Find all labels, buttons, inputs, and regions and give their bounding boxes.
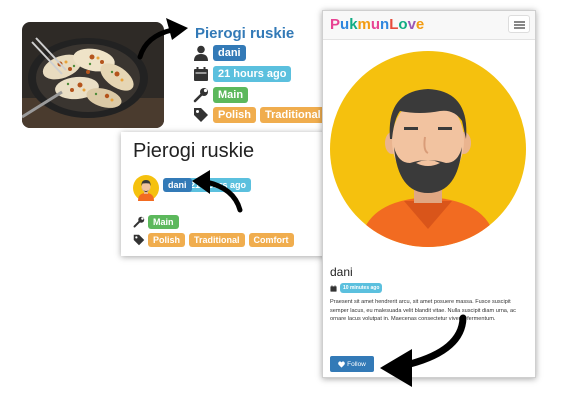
brand-letter: e bbox=[415, 16, 425, 33]
tag-icon bbox=[133, 234, 145, 245]
joined-badge: 10 minutes ago bbox=[340, 283, 383, 293]
tags-row: Polish Traditional Comfort bbox=[133, 232, 298, 247]
menu-icon[interactable] bbox=[508, 15, 530, 33]
brand-logo[interactable]: PukmunLove bbox=[330, 16, 424, 33]
recipe-title-link[interactable]: Pierogi ruskie bbox=[195, 25, 294, 42]
time-badge: 21 hours ago bbox=[213, 66, 292, 82]
brand-letter: v bbox=[407, 16, 416, 33]
tag-badge[interactable]: Polish bbox=[213, 107, 257, 123]
author-row: dani bbox=[193, 44, 250, 62]
tag-badge[interactable]: Polish bbox=[148, 232, 186, 247]
recipe-photo[interactable] bbox=[22, 22, 164, 128]
profile-bio: Praesent sit amet hendrerit arcu, sit am… bbox=[330, 299, 516, 323]
calendar-icon bbox=[330, 284, 337, 292]
author-avatar[interactable] bbox=[133, 175, 159, 201]
screenshot-collage: Pierogi ruskie dani 21 hours ago Main Po… bbox=[0, 0, 570, 400]
recipe-detail-card: Pierogi ruskie 21 hours ago dani Main Po… bbox=[121, 132, 327, 256]
brand-letter: m bbox=[357, 16, 371, 33]
time-row: 21 hours ago bbox=[193, 65, 295, 83]
brand-letter: u bbox=[370, 16, 381, 33]
profile-avatar bbox=[330, 51, 526, 247]
course-row: Main bbox=[193, 86, 252, 104]
brand-letter: k bbox=[349, 16, 358, 33]
mobile-profile-view: PukmunLove dani 10 minutes ago Praesent … bbox=[322, 10, 536, 378]
brand-letter: n bbox=[380, 16, 390, 33]
time-badge: 21 hours ago bbox=[185, 178, 252, 192]
brand-letter: P bbox=[330, 16, 341, 33]
course-badge[interactable]: Main bbox=[148, 214, 179, 229]
heart-icon bbox=[338, 360, 345, 368]
wrench-icon bbox=[133, 216, 145, 227]
tag-badge[interactable]: Traditional bbox=[189, 232, 245, 247]
follow-button[interactable]: Follow bbox=[330, 356, 374, 372]
author-badge[interactable]: dani bbox=[213, 45, 246, 61]
author-badge[interactable]: dani bbox=[163, 178, 192, 192]
wrench-icon bbox=[193, 88, 208, 103]
brand-letter: u bbox=[340, 16, 350, 33]
tag-badge[interactable]: Comfort bbox=[248, 232, 294, 247]
recipe-title: Pierogi ruskie bbox=[133, 140, 255, 162]
navbar: PukmunLove bbox=[323, 11, 535, 40]
profile-name: dani bbox=[330, 265, 353, 279]
course-badge[interactable]: Main bbox=[213, 87, 249, 103]
user-icon bbox=[194, 45, 208, 61]
tag-badge[interactable]: Traditional bbox=[260, 107, 326, 123]
brand-letter: o bbox=[398, 16, 408, 33]
calendar-icon bbox=[194, 67, 208, 81]
tag-icon bbox=[194, 108, 208, 122]
brand-letter: L bbox=[389, 16, 399, 33]
tags-row: Polish Traditional bbox=[193, 106, 330, 124]
joined-row: 10 minutes ago bbox=[330, 283, 383, 293]
follow-label: Follow bbox=[347, 360, 366, 368]
course-row: Main bbox=[133, 214, 183, 229]
